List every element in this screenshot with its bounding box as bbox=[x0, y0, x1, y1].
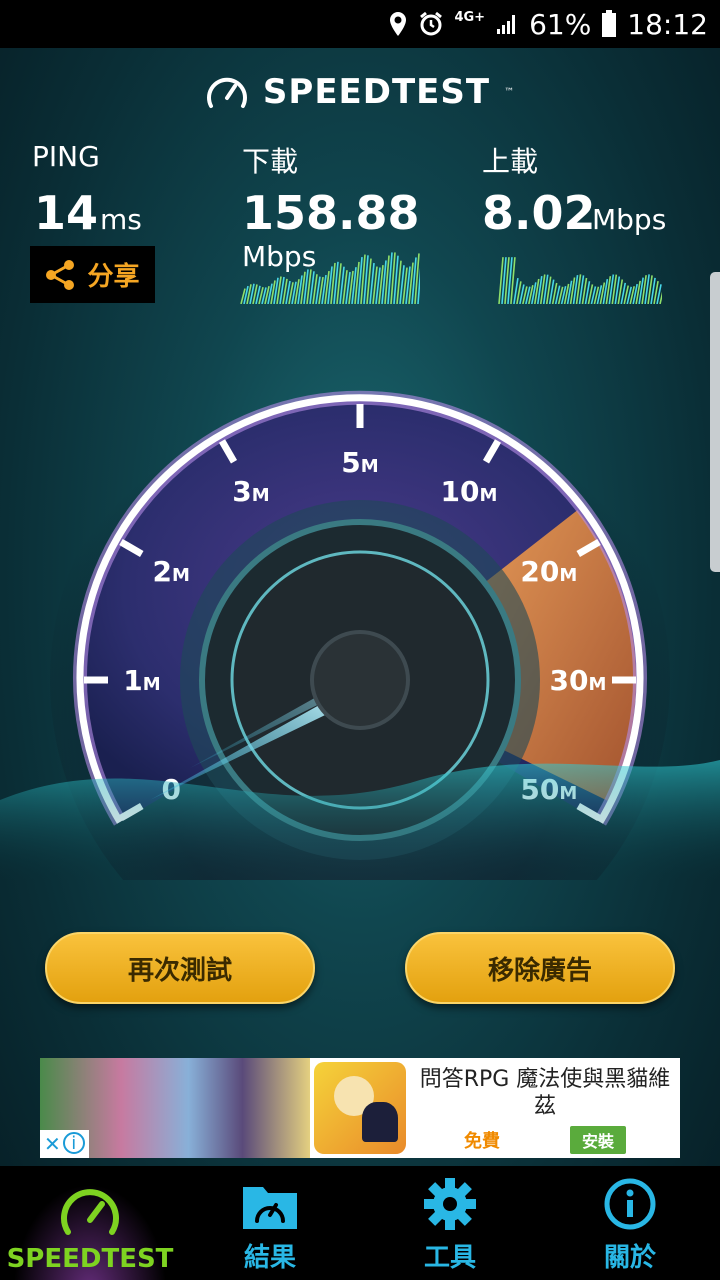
remove-ads-button[interactable]: 移除廣告 bbox=[405, 932, 675, 1004]
upload-graph bbox=[498, 257, 662, 304]
logo-text: SPEEDTEST bbox=[262, 72, 491, 112]
ping-unit: ms bbox=[100, 203, 142, 236]
app-logo: SPEEDTEST ™ bbox=[0, 72, 720, 112]
nav-label-speedtest: SPEEDTEST bbox=[6, 1244, 174, 1274]
ad-app-icon[interactable] bbox=[314, 1062, 406, 1154]
nav-tools[interactable]: 工具 bbox=[360, 1166, 540, 1280]
folder-gauge-icon bbox=[243, 1187, 297, 1229]
download-graph bbox=[240, 252, 420, 304]
upload-unit: Mbps bbox=[592, 203, 667, 236]
battery-percent: 61% bbox=[529, 7, 592, 41]
nav-about[interactable]: 關於 bbox=[540, 1166, 720, 1280]
share-label: 分享 bbox=[87, 262, 140, 292]
gear-icon bbox=[424, 1178, 476, 1230]
retest-button[interactable]: 再次測試 bbox=[45, 932, 315, 1004]
ad-info-icon[interactable]: i bbox=[62, 1132, 85, 1154]
ad-image[interactable]: ✕ i bbox=[40, 1058, 310, 1158]
speedometer-logo-icon bbox=[206, 77, 247, 108]
speed-gauge: 01M2M3M5M10M20M30M50M bbox=[0, 370, 720, 880]
nav-results[interactable]: 結果 bbox=[180, 1166, 360, 1280]
ad-text[interactable]: 問答RPG 魔法使與黑貓維茲 免費 安裝 bbox=[410, 1058, 680, 1158]
ad-choices[interactable]: ✕ i bbox=[40, 1130, 89, 1158]
download-label: 下載 bbox=[242, 145, 299, 178]
clock: 18:12 bbox=[627, 7, 708, 41]
upload-value: 8.02 bbox=[482, 186, 596, 240]
upload-label: 上載 bbox=[482, 145, 539, 178]
nav-speedtest[interactable]: SPEEDTEST bbox=[0, 1166, 180, 1280]
ad-install-button[interactable]: 安裝 bbox=[569, 1126, 626, 1154]
speedometer-icon bbox=[61, 1189, 119, 1235]
nav-label-results: 結果 bbox=[243, 1243, 296, 1273]
network-type: 4G+ bbox=[454, 10, 486, 25]
ad-price: 免費 bbox=[463, 1131, 500, 1152]
download-value: 158.88 bbox=[242, 186, 420, 240]
signal-icon bbox=[497, 15, 516, 34]
status-bar: 4G+ 61% 18:12 bbox=[0, 0, 720, 48]
nav-label-tools: 工具 bbox=[423, 1243, 476, 1273]
ping-label: PING bbox=[32, 140, 100, 173]
bottom-nav: SPEEDTEST 結果 工具 關於 bbox=[0, 1166, 720, 1280]
share-button[interactable]: 分享 bbox=[30, 246, 155, 303]
battery-icon bbox=[602, 10, 617, 37]
ad-title: 問答RPG 魔法使與黑貓維茲 bbox=[419, 1067, 671, 1119]
nav-label-about: 關於 bbox=[603, 1243, 656, 1273]
trademark: ™ bbox=[504, 86, 516, 98]
share-icon bbox=[46, 259, 75, 290]
info-icon bbox=[604, 1178, 656, 1230]
ad-close-icon[interactable]: ✕ bbox=[44, 1132, 61, 1156]
location-icon bbox=[390, 12, 407, 36]
ad-banner[interactable]: ✕ i 問答RPG 魔法使與黑貓維茲 免費 安裝 bbox=[40, 1058, 680, 1158]
alarm-icon bbox=[420, 11, 443, 36]
ping-value: 14 bbox=[34, 186, 99, 240]
gauge-hub bbox=[310, 630, 410, 730]
